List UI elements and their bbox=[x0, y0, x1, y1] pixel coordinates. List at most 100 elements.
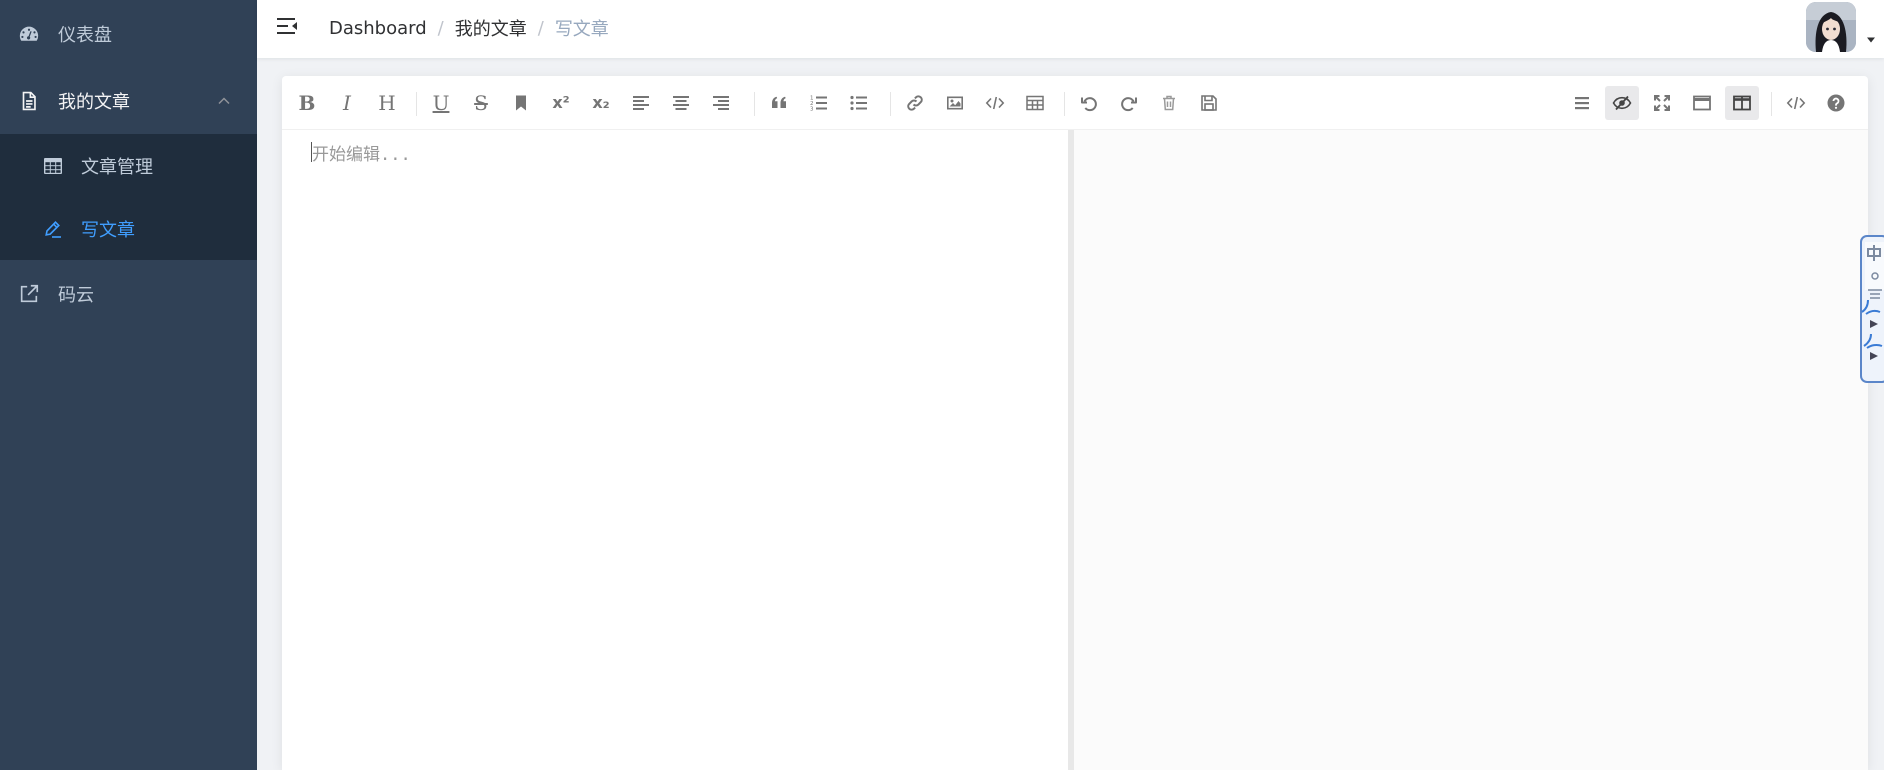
code-button[interactable] bbox=[978, 86, 1012, 120]
edit-icon bbox=[42, 218, 64, 240]
table-icon bbox=[42, 155, 64, 177]
toolbar-divider bbox=[890, 92, 891, 116]
bookmark-icon bbox=[516, 95, 526, 111]
navigation-button[interactable] bbox=[1565, 86, 1599, 120]
align-center-button[interactable] bbox=[664, 86, 698, 120]
sidebar-item-label: 文章管理 bbox=[81, 156, 153, 178]
document-icon bbox=[18, 90, 40, 112]
markdown-editor: B I H U S x² x₂ 1 2 3 开始编辑... bbox=[282, 76, 1868, 770]
header-icon: H bbox=[378, 91, 396, 115]
toolbar-divider bbox=[1064, 92, 1065, 116]
undo-button[interactable] bbox=[1072, 86, 1106, 120]
window-icon bbox=[1693, 95, 1711, 111]
breadcrumb-item-my-articles[interactable]: 我的文章 bbox=[455, 15, 527, 41]
sidebar-item-label: 我的文章 bbox=[58, 91, 130, 113]
navbar: Dashboard / 我的文章 / 写文章 bbox=[257, 0, 1884, 58]
help-button[interactable] bbox=[1819, 86, 1853, 120]
undo-icon bbox=[1081, 97, 1097, 112]
unordered-list-icon bbox=[850, 95, 867, 111]
sidebar-item-label: 仪表盘 bbox=[58, 24, 112, 46]
align-left-button[interactable] bbox=[624, 86, 658, 120]
unordered-list-button[interactable] bbox=[842, 86, 876, 120]
markdown-textarea[interactable]: 开始编辑... bbox=[282, 130, 1068, 770]
floating-ime-widget[interactable] bbox=[1858, 234, 1884, 384]
avatar[interactable] bbox=[1806, 2, 1856, 52]
submenu-my-articles: 文章管理 写文章 bbox=[0, 134, 257, 260]
header-button[interactable]: H bbox=[370, 86, 404, 120]
markdown-preview bbox=[1074, 130, 1868, 770]
external-link-icon bbox=[18, 283, 40, 305]
code-icon bbox=[985, 96, 1005, 110]
ordered-list-icon: 123 bbox=[810, 96, 827, 113]
italic-button[interactable]: I bbox=[330, 86, 364, 120]
subscript-button[interactable]: x₂ bbox=[584, 86, 618, 120]
strikethrough-button[interactable]: S bbox=[464, 86, 498, 120]
superscript-icon: x² bbox=[552, 93, 570, 112]
fullscreen-button[interactable] bbox=[1645, 86, 1679, 120]
trash-icon bbox=[1163, 95, 1175, 111]
help-icon bbox=[1827, 94, 1845, 112]
toolbar-divider bbox=[754, 92, 755, 116]
editor-toolbar: B I H U S x² x₂ 1 2 3 bbox=[282, 76, 1868, 130]
hamburger-icon[interactable] bbox=[275, 14, 299, 38]
bold-button[interactable]: B bbox=[290, 86, 324, 120]
sidebar-item-label: 码云 bbox=[58, 284, 94, 306]
strikethrough-icon: S bbox=[474, 91, 488, 115]
breadcrumb-item-current: 写文章 bbox=[554, 19, 609, 40]
code-icon bbox=[1786, 96, 1806, 110]
table-icon bbox=[1026, 95, 1044, 111]
image-button[interactable] bbox=[938, 86, 972, 120]
html-code-button[interactable] bbox=[1779, 86, 1813, 120]
image-icon bbox=[947, 96, 963, 110]
superscript-button[interactable]: x² bbox=[544, 86, 578, 120]
sidebar-item-write-article[interactable]: 写文章 bbox=[0, 197, 257, 260]
ordered-list-button[interactable]: 123 bbox=[802, 86, 836, 120]
mark-button[interactable] bbox=[504, 86, 538, 120]
eye-slash-icon bbox=[1612, 95, 1632, 111]
svg-text:3: 3 bbox=[810, 107, 814, 113]
breadcrumb: Dashboard / 我的文章 / 写文章 bbox=[329, 15, 609, 41]
redo-button[interactable] bbox=[1112, 86, 1146, 120]
app-root: 仪表盘 我的文章 文章管理 写文章 码云 Dashboard / 我的文章 / … bbox=[0, 0, 1884, 770]
toolbar-divider bbox=[1771, 92, 1772, 116]
italic-icon: I bbox=[343, 91, 351, 115]
expand-icon bbox=[1654, 95, 1670, 111]
subfield-button[interactable] bbox=[1725, 86, 1759, 120]
full-page-button[interactable] bbox=[1685, 86, 1719, 120]
sidebar-item-label: 写文章 bbox=[81, 219, 135, 241]
link-icon bbox=[907, 95, 923, 111]
align-left-icon bbox=[633, 96, 649, 110]
quote-button[interactable] bbox=[762, 86, 796, 120]
align-right-button[interactable] bbox=[704, 86, 738, 120]
sidebar-item-article-management[interactable]: 文章管理 bbox=[0, 134, 257, 197]
chevron-up-icon bbox=[218, 96, 230, 104]
sidebar: 仪表盘 我的文章 文章管理 写文章 码云 bbox=[0, 0, 257, 770]
align-center-icon bbox=[673, 96, 689, 110]
sidebar-item-gitee[interactable]: 码云 bbox=[0, 260, 257, 327]
breadcrumb-separator: / bbox=[437, 17, 444, 39]
menu-icon bbox=[1575, 97, 1589, 110]
preview-toggle-button[interactable] bbox=[1605, 86, 1639, 120]
save-button[interactable] bbox=[1192, 86, 1226, 120]
columns-icon bbox=[1733, 95, 1751, 111]
breadcrumb-separator: / bbox=[537, 17, 544, 39]
ime-widget-icon bbox=[1860, 235, 1884, 383]
align-right-icon bbox=[713, 96, 729, 110]
redo-icon bbox=[1121, 97, 1137, 112]
underline-icon: U bbox=[432, 91, 450, 115]
dashboard-icon bbox=[18, 23, 40, 45]
underline-button[interactable]: U bbox=[424, 86, 458, 120]
subscript-icon: x₂ bbox=[592, 93, 610, 112]
caret-down-icon[interactable] bbox=[1866, 36, 1876, 44]
toolbar-divider bbox=[416, 92, 417, 116]
sidebar-item-dashboard[interactable]: 仪表盘 bbox=[0, 0, 257, 67]
breadcrumb-item-dashboard[interactable]: Dashboard bbox=[329, 18, 427, 39]
bold-icon: B bbox=[298, 91, 316, 115]
sidebar-item-my-articles[interactable]: 我的文章 bbox=[0, 67, 257, 134]
quote-icon bbox=[772, 96, 786, 108]
save-icon bbox=[1201, 95, 1217, 111]
clear-button[interactable] bbox=[1152, 86, 1186, 120]
table-button[interactable] bbox=[1018, 86, 1052, 120]
editor-placeholder: 开始编辑... bbox=[312, 145, 411, 165]
link-button[interactable] bbox=[898, 86, 932, 120]
